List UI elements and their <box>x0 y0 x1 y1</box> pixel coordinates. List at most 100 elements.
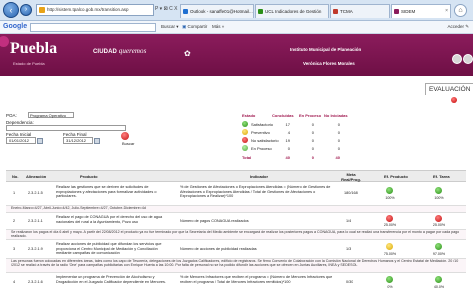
ef-tarea-green-icon <box>435 243 442 250</box>
fecha-inicial-input[interactable]: 01/01/2012 <box>6 137 36 144</box>
google-logo: Google <box>3 23 28 30</box>
legend-label: En Proceso <box>251 146 272 151</box>
puebla-logo-icon <box>0 36 9 47</box>
site-logo: Puebla <box>10 40 58 57</box>
google-toolbar: Google Buscar ▾ ▣ Compartir Más » Accede… <box>0 21 473 34</box>
legend-no-iniciadas: 0 <box>337 130 340 135</box>
calendar-icon[interactable] <box>37 138 43 144</box>
tab-outlook[interactable]: Outlook - sanaffe01@Hotmail... <box>180 4 254 18</box>
flower-icon: ✿ <box>184 49 191 58</box>
row-indicador: % de Menores Infractores que reciben el … <box>180 275 333 284</box>
row-ef-tarea: 97.00% <box>432 252 446 256</box>
no-iniciadas-header: No Iniciadas <box>324 113 348 118</box>
row-indicador: Número de acciones de publicidad realiza… <box>180 247 257 251</box>
legend-no-iniciadas: 0 <box>337 138 340 143</box>
ef-producto-red-icon <box>386 215 393 222</box>
tab-evaluacion[interactable]: EVALUACIÓN <box>425 83 473 95</box>
row-ef-producto: 100% <box>385 196 395 200</box>
row-no: 2 <box>13 219 16 223</box>
logout-icon[interactable] <box>463 54 473 64</box>
row-ef-tarea: 40.0% <box>433 285 445 289</box>
table-row[interactable]: 2 2.3.2.1.1 Realizar el pago de CONAGUA … <box>6 213 466 230</box>
poa-select[interactable]: Programa Operativo <box>28 112 74 118</box>
row-meta: 1/4 <box>346 219 352 223</box>
google-compartir-button[interactable]: ▣ Compartir <box>182 24 207 30</box>
row-no: 4 <box>13 280 16 284</box>
row-indicador: % de Gestiones de Afectaciones o Expropi… <box>180 185 331 199</box>
tab-sidem[interactable]: SIDEM × <box>391 4 451 18</box>
row-alineacion: 2.3.2.1.5 <box>28 191 43 195</box>
slogan-prefix: CIUDAD <box>93 49 117 55</box>
ef-tarea-green-icon <box>435 276 442 283</box>
url-controls[interactable]: P ▾ ⊠ C X <box>155 6 177 12</box>
row-note: Se realizaron los pagos el día 6 abril y… <box>6 230 466 240</box>
legend-concluidas: 17 <box>285 122 290 127</box>
dependencia-select[interactable] <box>6 125 126 131</box>
url-text: http://sistem.tpalco.gob.mx/transition.a… <box>47 7 129 12</box>
close-icon[interactable]: × <box>445 5 448 18</box>
legend-label: Satisfactorio <box>251 122 274 127</box>
outlook-icon <box>183 9 188 14</box>
acceder-link[interactable]: Acceder ✎ <box>447 24 469 30</box>
proceso-header: En Proceso <box>299 113 322 118</box>
tcma-icon <box>333 9 338 14</box>
row-note: Las personas fueron colocadas en diferen… <box>6 259 466 273</box>
site-logo-subtitle: Estado de Puebla <box>13 61 45 66</box>
ef-tarea-green-icon <box>435 187 442 194</box>
row-producto: Realizar las gestiones que se deriven de… <box>56 185 157 199</box>
legend-label: No satisfactorio <box>251 138 279 143</box>
slogan-main: queremos <box>118 47 147 55</box>
table-header: No. Alineación Producto Indicador Meta R… <box>6 170 466 182</box>
search-button[interactable] <box>121 132 129 140</box>
tab-label: TCMA <box>340 9 353 14</box>
site-header: Puebla Estado de Puebla CIUDAD queremos … <box>0 34 473 76</box>
poa-label: POA: <box>6 113 17 118</box>
google-buscar-button[interactable]: Buscar ▾ <box>161 24 179 30</box>
ef-producto-yellow-icon <box>386 243 393 250</box>
calendar-icon[interactable] <box>94 138 100 144</box>
col-no: No. <box>12 174 19 179</box>
legend-label: Preventivo <box>251 130 270 135</box>
tab-label: SIDEM <box>401 9 416 14</box>
settings-icon[interactable] <box>452 54 462 64</box>
compartir-label: Compartir <box>187 24 208 29</box>
estado-header: Estado <box>242 113 256 118</box>
total-no-iniciadas: 40 <box>335 155 340 160</box>
legend-proceso: 0 <box>311 146 314 151</box>
fecha-final-input[interactable]: 31/12/2012 <box>63 137 93 144</box>
wrench-icon: ✎ <box>465 24 469 29</box>
browser-address-bar: ‹ › http://sistem.tpalco.gob.mx/transiti… <box>0 0 473 21</box>
table-row[interactable]: 3 2.3.2.1.9 Realizar acciones de publici… <box>6 240 466 259</box>
site-favicon-icon <box>39 7 45 13</box>
google-search-input[interactable] <box>30 23 156 32</box>
row-ef-tarea: 100% <box>434 196 444 200</box>
row-note: Eneiro-Marzo=4/27, Abril-Junio=4/42, Jul… <box>6 206 466 213</box>
legend-no-iniciadas: 0 <box>337 146 340 151</box>
row-indicador: Número de pagos CONAGUA realizados <box>180 219 249 223</box>
google-mas-button[interactable]: Más » <box>212 24 224 29</box>
acceder-label: Acceder <box>447 24 464 29</box>
col-alineacion: Alineación <box>26 174 47 179</box>
tab-ucl[interactable]: UCL Indicadores de Gestión <box>255 4 329 18</box>
table-row[interactable]: 1 2.3.2.1.5 Realizar las gestiones que s… <box>6 183 466 206</box>
search-label: Buscar <box>122 141 135 146</box>
table-row[interactable]: 4 2.3.2.1.6 Implementar un programa de P… <box>6 273 466 294</box>
ucl-icon <box>258 9 263 14</box>
url-input[interactable]: http://sistem.tpalco.gob.mx/transition.a… <box>36 4 154 16</box>
red-status-icon <box>242 137 248 143</box>
row-ef-producto: 75.00% <box>383 252 397 256</box>
row-no: 3 <box>13 247 16 251</box>
home-icon[interactable]: ⌂ <box>454 4 467 17</box>
col-ef-producto: Ef. Producto <box>384 174 408 179</box>
row-ef-producto: 25.00% <box>383 223 397 227</box>
sidem-icon <box>394 9 399 14</box>
row-producto: Realizar acciones de publicidad que difu… <box>56 242 162 256</box>
forward-button[interactable]: › <box>20 4 32 16</box>
tab-tcma[interactable]: TCMA <box>330 4 390 18</box>
back-button[interactable]: ‹ <box>3 2 19 18</box>
row-alineacion: 2.3.2.1.1 <box>28 219 43 223</box>
col-producto: Producto <box>80 174 98 179</box>
legend-proceso: 0 <box>311 138 314 143</box>
total-label: Total <box>242 155 252 160</box>
row-producto: Implementar un programa de Prevención de… <box>56 275 166 284</box>
